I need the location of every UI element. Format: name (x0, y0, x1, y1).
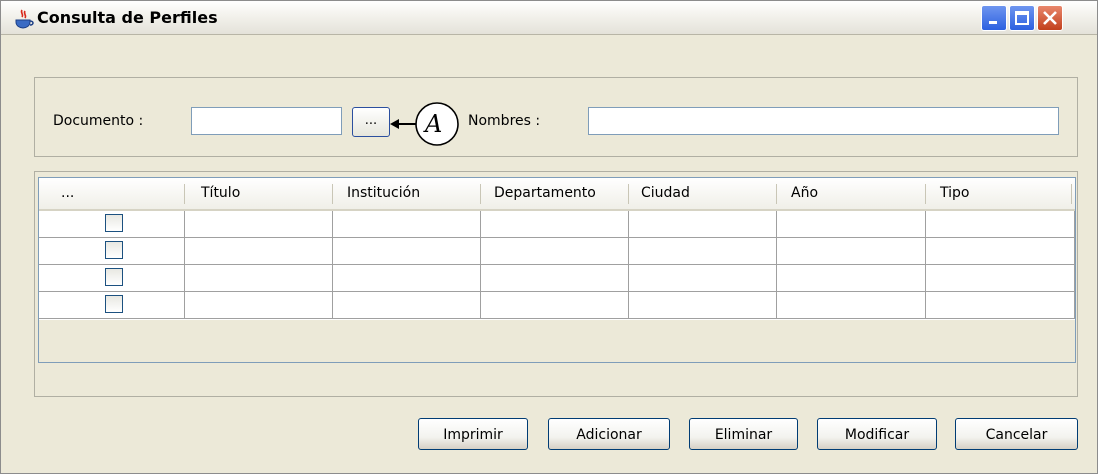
column-header-titulo[interactable]: Título (195, 178, 240, 209)
documento-label: Documento : (53, 113, 144, 129)
column-header-institucion[interactable]: Institución (341, 178, 420, 209)
table-cell[interactable] (629, 238, 777, 265)
table-cell[interactable] (926, 292, 1075, 319)
documento-input[interactable] (191, 107, 342, 135)
minimize-button[interactable] (981, 5, 1007, 31)
row-checkbox[interactable] (105, 268, 123, 286)
table-row[interactable] (39, 265, 1075, 292)
adicionar-button[interactable]: Adicionar (548, 418, 670, 450)
lookup-button[interactable]: ... (352, 107, 390, 137)
table-cell[interactable] (481, 211, 629, 238)
modificar-button[interactable]: Modificar (817, 418, 937, 450)
column-header-select[interactable]: ... (55, 178, 74, 209)
table-cell[interactable] (481, 265, 629, 292)
table-cell[interactable] (926, 211, 1075, 238)
table-row[interactable] (39, 238, 1075, 265)
row-checkbox[interactable] (105, 241, 123, 259)
eliminar-button[interactable]: Eliminar (689, 418, 798, 450)
nombres-label: Nombres : (468, 113, 541, 129)
maximize-button[interactable] (1009, 5, 1035, 31)
results-table[interactable]: ... Título Institución Departamento Ciud… (38, 177, 1076, 363)
column-header-anio[interactable]: Año (785, 178, 818, 209)
table-cell[interactable] (777, 238, 926, 265)
table-cell[interactable] (629, 265, 777, 292)
table-cell[interactable] (481, 238, 629, 265)
minimize-icon (989, 21, 997, 24)
table-cell[interactable] (333, 265, 481, 292)
table-row[interactable] (39, 211, 1075, 238)
table-cell[interactable] (926, 238, 1075, 265)
cancelar-button[interactable]: Cancelar (955, 418, 1078, 450)
nombres-input[interactable] (588, 107, 1059, 135)
close-button[interactable] (1037, 5, 1063, 31)
table-cell[interactable] (777, 292, 926, 319)
table-cell[interactable] (629, 292, 777, 319)
table-cell[interactable] (629, 211, 777, 238)
column-header-tipo[interactable]: Tipo (934, 178, 969, 209)
java-cup-icon (15, 9, 34, 29)
window-title: Consulta de Perfiles (37, 8, 218, 27)
table-cell[interactable] (185, 238, 333, 265)
table-cell[interactable] (333, 211, 481, 238)
close-icon (1043, 11, 1057, 25)
table-body (39, 211, 1075, 320)
table-cell[interactable] (777, 265, 926, 292)
imprimir-button[interactable]: Imprimir (418, 418, 528, 450)
callout-letter: A (425, 110, 443, 138)
row-checkbox[interactable] (105, 214, 123, 232)
table-row[interactable] (39, 292, 1075, 319)
table-cell[interactable] (185, 265, 333, 292)
table-cell[interactable] (185, 211, 333, 238)
title-bar[interactable]: Consulta de Perfiles (1, 1, 1097, 35)
column-header-departamento[interactable]: Departamento (488, 178, 596, 209)
table-cell[interactable] (777, 211, 926, 238)
maximize-icon (1015, 11, 1029, 25)
table-cell[interactable] (481, 292, 629, 319)
row-checkbox[interactable] (105, 295, 123, 313)
column-header-ciudad[interactable]: Ciudad (635, 178, 690, 209)
table-cell[interactable] (185, 292, 333, 319)
table-cell[interactable] (926, 265, 1075, 292)
table-header: ... Título Institución Departamento Ciud… (39, 178, 1075, 211)
table-cell[interactable] (333, 238, 481, 265)
consulta-perfiles-window: Consulta de Perfiles Documento : ... A N… (0, 0, 1098, 474)
table-cell[interactable] (333, 292, 481, 319)
